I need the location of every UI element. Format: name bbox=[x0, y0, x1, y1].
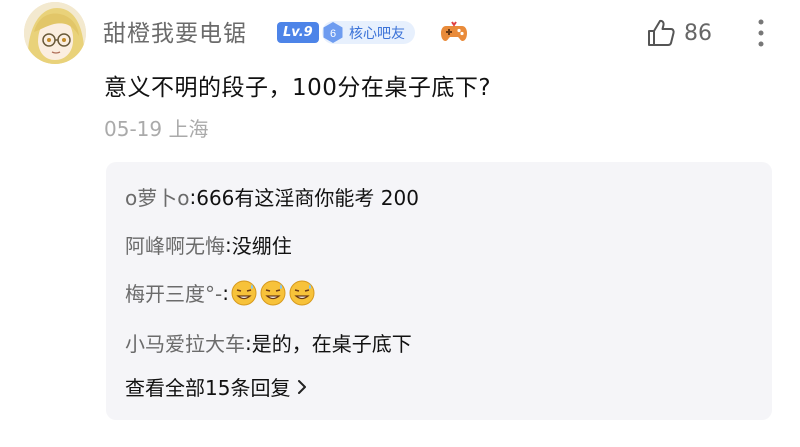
post-content: 意义不明的段子，100分在桌子底下? bbox=[104, 75, 492, 101]
reply-emoji-group bbox=[231, 280, 318, 306]
view-all-replies-label: 查看全部15条回复 bbox=[125, 376, 291, 400]
member-badge: 6 核心吧友 bbox=[322, 21, 415, 44]
reply-item[interactable]: 小马爱拉大车: 是的，在桌子底下 bbox=[125, 328, 412, 357]
reply-item[interactable]: 梅开三度°-: bbox=[125, 278, 318, 307]
post-meta: 05-19 上海 bbox=[104, 113, 208, 142]
username[interactable]: 甜橙我要电锯 bbox=[103, 14, 247, 48]
gamepad-icon bbox=[441, 21, 467, 41]
reply-author[interactable]: 阿峰啊无悔 bbox=[125, 230, 225, 259]
reply-author[interactable]: 小马爱拉大车 bbox=[125, 328, 245, 357]
member-badge-number: 6 bbox=[330, 28, 336, 40]
thumbs-up-icon bbox=[648, 19, 675, 46]
avatar[interactable] bbox=[24, 2, 86, 64]
member-level-hex-icon: 6 bbox=[323, 22, 343, 43]
post-location: 上海 bbox=[168, 117, 209, 141]
reply-item[interactable]: o萝卜o:666有这淫商你能考 200 bbox=[125, 182, 419, 211]
level-badge: Lv.9 bbox=[277, 22, 319, 43]
reply-item[interactable]: 阿峰啊无悔: 没绷住 bbox=[125, 230, 292, 259]
reply-text: 是的，在桌子底下 bbox=[251, 332, 412, 356]
member-badge-label: 核心吧友 bbox=[349, 25, 405, 42]
reply-author[interactable]: 梅开三度°- bbox=[125, 278, 222, 307]
reply-separator: : bbox=[225, 232, 232, 257]
reply-separator: : bbox=[222, 280, 229, 305]
view-all-replies-link[interactable]: 查看全部15条回复 bbox=[125, 372, 308, 401]
reply-preview-box[interactable]: o萝卜o:666有这淫商你能考 200 阿峰啊无悔: 没绷住 梅开三度°-: 小… bbox=[106, 162, 772, 420]
reply-separator: : bbox=[245, 330, 252, 355]
like-button[interactable]: 86 bbox=[646, 18, 712, 48]
reply-separator: : bbox=[189, 184, 197, 209]
chevron-right-icon bbox=[298, 379, 307, 394]
sweating-smile-emoji bbox=[231, 280, 257, 305]
reply-text: 666有这淫商你能考 200 bbox=[196, 186, 419, 210]
reply-author[interactable]: o萝卜o bbox=[125, 182, 189, 211]
sweating-smile-emoji bbox=[289, 280, 315, 305]
vertical-ellipsis-icon[interactable] bbox=[752, 16, 770, 50]
reply-text: 没绷住 bbox=[231, 234, 292, 258]
sweating-smile-emoji bbox=[260, 280, 286, 305]
like-count: 86 bbox=[684, 20, 712, 46]
post-date: 05-19 bbox=[104, 117, 163, 141]
anime-girl-avatar-icon bbox=[24, 2, 86, 64]
